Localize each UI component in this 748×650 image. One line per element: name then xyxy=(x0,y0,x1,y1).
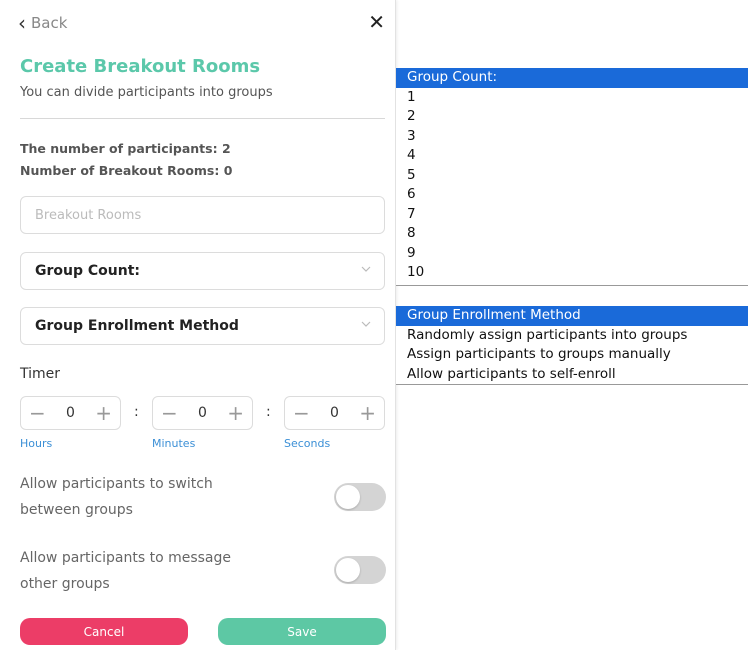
toggle-knob xyxy=(336,485,360,509)
group-count-select[interactable]: Group Count: xyxy=(20,252,385,290)
seconds-value: 0 xyxy=(330,405,339,421)
enrollment-method-select[interactable]: Group Enrollment Method xyxy=(20,307,385,345)
enrollment-dropdown-list: Group Enrollment Method Randomly assign … xyxy=(396,306,748,385)
page-title: Create Breakout Rooms xyxy=(20,56,261,77)
minutes-stepper: − 0 + xyxy=(152,396,253,430)
time-separator: : xyxy=(266,404,271,420)
option-enrollment-self[interactable]: Allow participants to self-enroll xyxy=(396,365,748,385)
time-separator: : xyxy=(134,404,139,420)
option-enrollment-manual[interactable]: Assign participants to groups manually xyxy=(396,345,748,365)
minutes-unit-label: Minutes xyxy=(152,437,196,450)
breakout-rooms-panel: ‹ Back ✕ Create Breakout Rooms You can d… xyxy=(0,0,396,650)
option-group-count-9[interactable]: 9 xyxy=(396,244,748,264)
message-groups-label: Allow participants to message other grou… xyxy=(20,550,232,592)
minus-icon[interactable]: − xyxy=(293,403,310,423)
option-group-count-8[interactable]: 8 xyxy=(396,224,748,244)
chevron-down-icon xyxy=(361,266,371,272)
seconds-stepper: − 0 + xyxy=(284,396,385,430)
switch-groups-label: Allow participants to switch between gro… xyxy=(20,476,213,518)
divider xyxy=(20,118,385,119)
breakout-rooms-input[interactable] xyxy=(20,196,385,234)
minutes-value: 0 xyxy=(198,405,207,421)
group-count-dropdown-list: Group Count: 1 2 3 4 5 6 7 8 9 10 xyxy=(396,68,748,286)
group-count-label: Group Count: xyxy=(35,263,140,279)
chevron-down-icon xyxy=(361,321,371,327)
save-button[interactable]: Save xyxy=(218,618,386,645)
rooms-count: Number of Breakout Rooms: 0 xyxy=(20,163,233,178)
option-enrollment-random[interactable]: Randomly assign participants into groups xyxy=(396,326,748,346)
option-group-count-7[interactable]: 7 xyxy=(396,205,748,225)
plus-icon[interactable]: + xyxy=(95,403,112,423)
minus-icon[interactable]: − xyxy=(29,403,46,423)
panel-header: ‹ Back ✕ xyxy=(18,10,385,36)
option-group-count-header[interactable]: Group Count: xyxy=(396,68,748,88)
page-subtitle: You can divide participants into groups xyxy=(20,85,273,100)
hours-unit-label: Hours xyxy=(20,437,53,450)
plus-icon[interactable]: + xyxy=(359,403,376,423)
back-label: Back xyxy=(31,14,68,32)
option-group-count-1[interactable]: 1 xyxy=(396,88,748,108)
option-group-count-2[interactable]: 2 xyxy=(396,107,748,127)
seconds-unit-label: Seconds xyxy=(284,437,331,450)
minus-icon[interactable]: − xyxy=(161,403,178,423)
message-groups-toggle[interactable] xyxy=(334,556,386,584)
option-group-count-6[interactable]: 6 xyxy=(396,185,748,205)
cancel-button[interactable]: Cancel xyxy=(20,618,188,645)
option-enrollment-header[interactable]: Group Enrollment Method xyxy=(396,306,748,326)
participants-count: The number of participants: 2 xyxy=(20,141,231,156)
plus-icon[interactable]: + xyxy=(227,403,244,423)
option-group-count-5[interactable]: 5 xyxy=(396,166,748,186)
chevron-left-icon: ‹ xyxy=(18,11,26,35)
hours-stepper: − 0 + xyxy=(20,396,121,430)
option-group-count-10[interactable]: 10 xyxy=(396,263,748,285)
option-group-count-4[interactable]: 4 xyxy=(396,146,748,166)
toggle-knob xyxy=(336,558,360,582)
close-icon[interactable]: ✕ xyxy=(368,10,385,34)
hours-value: 0 xyxy=(66,405,75,421)
timer-label: Timer xyxy=(20,366,61,382)
enrollment-method-label: Group Enrollment Method xyxy=(35,318,239,334)
option-group-count-3[interactable]: 3 xyxy=(396,127,748,147)
back-button[interactable]: ‹ Back xyxy=(18,12,67,34)
switch-groups-toggle[interactable] xyxy=(334,483,386,511)
